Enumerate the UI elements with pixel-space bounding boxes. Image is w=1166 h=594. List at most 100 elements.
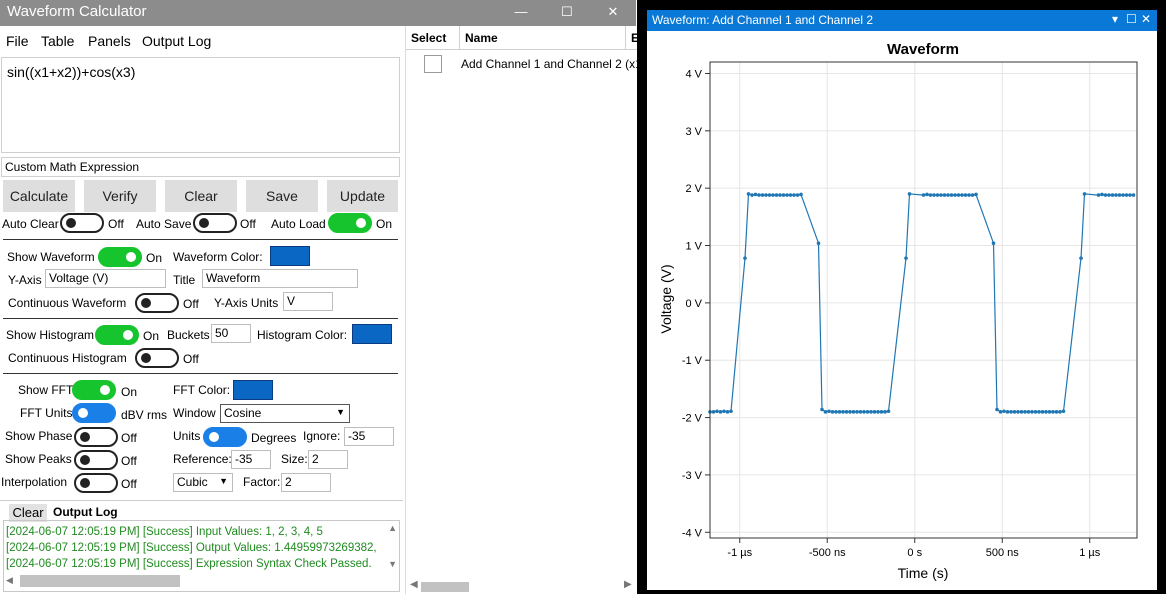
data-point (816, 241, 821, 246)
data-point (767, 193, 772, 197)
table-row-name[interactable]: Add Channel 1 and Channel 2 (x1 (461, 57, 642, 71)
size-field[interactable]: 2 (308, 450, 348, 469)
auto-clear-toggle[interactable] (60, 213, 104, 233)
expression-input[interactable]: sin((x1+x2))+cos(x3) (1, 57, 400, 153)
data-point (865, 410, 870, 414)
data-point (1019, 410, 1024, 414)
log-line: [2024-06-07 12:05:19 PM] [Success] Expre… (6, 558, 372, 570)
clear-button[interactable]: Clear (165, 180, 237, 212)
expression-name-field[interactable]: Custom Math Expression (1, 157, 400, 177)
data-point (1037, 410, 1041, 414)
data-point (834, 410, 838, 414)
scroll-right-icon[interactable]: ▶ (624, 579, 632, 590)
update-button[interactable]: Update (327, 180, 398, 212)
calculate-button[interactable]: Calculate (3, 180, 75, 212)
scroll-up-icon[interactable]: ▲ (388, 523, 397, 533)
y-tick-label: -4 V (682, 527, 703, 539)
menu-output-log[interactable]: Output Log (142, 33, 211, 49)
data-point (746, 192, 751, 196)
factor-field[interactable]: 2 (281, 473, 331, 492)
maximize-icon[interactable]: ☐ (544, 0, 590, 26)
reference-field[interactable]: -35 (231, 450, 271, 469)
yaxis-label: Y-Axis (8, 273, 42, 287)
data-point (750, 193, 754, 197)
window-select[interactable]: Cosine ▼ (220, 404, 350, 423)
data-point (928, 193, 933, 197)
show-peaks-toggle[interactable] (74, 450, 118, 470)
factor-label: Factor: (243, 475, 281, 489)
output-log-tab[interactable]: Output Log (53, 505, 118, 519)
waveform-chart[interactable]: Waveform Time (s) Voltage (V) 4 V 3 V 2 V 1… (647, 31, 1157, 590)
data-point (820, 407, 824, 412)
data-point (876, 410, 880, 414)
menu-table[interactable]: Table (41, 33, 74, 49)
show-waveform-toggle[interactable] (98, 247, 142, 267)
data-point (722, 409, 726, 414)
horizontal-scrollbar-thumb[interactable] (421, 582, 469, 592)
data-point (904, 256, 908, 260)
menu-file[interactable]: File (6, 33, 29, 49)
data-point (788, 193, 793, 197)
data-point (778, 193, 782, 197)
fft-units-toggle[interactable] (72, 403, 116, 423)
ignore-field[interactable]: -35 (344, 427, 394, 446)
data-point (1096, 193, 1101, 197)
save-button[interactable]: Save (246, 180, 318, 212)
show-fft-toggle[interactable] (72, 380, 116, 400)
row-select-checkbox[interactable] (424, 55, 442, 73)
fft-color-swatch[interactable] (233, 380, 273, 400)
waveform-color-swatch[interactable] (270, 246, 310, 266)
continuous-waveform-toggle[interactable] (135, 293, 179, 313)
maximize-icon[interactable]: ☐ (1126, 12, 1137, 26)
auto-save-toggle[interactable] (193, 213, 237, 233)
divider (0, 500, 403, 501)
show-phase-state: Off (121, 431, 137, 445)
histogram-color-swatch[interactable] (352, 324, 392, 344)
scroll-left-icon[interactable]: ◀ (6, 575, 13, 586)
y-tick-label: 1 V (685, 241, 702, 253)
divider (3, 239, 398, 240)
column-header-select[interactable]: Select (406, 26, 460, 50)
data-point (1058, 410, 1062, 414)
column-header-name[interactable]: Name (460, 26, 626, 50)
yaxis-field[interactable]: Voltage (V) (45, 269, 166, 288)
interpolation-select[interactable]: Cubic ▼ (173, 473, 233, 492)
auto-load-toggle[interactable] (328, 213, 372, 233)
chevron-down-icon: ▼ (219, 476, 228, 486)
verify-button[interactable]: Verify (84, 180, 156, 212)
interpolation-toggle[interactable] (74, 473, 118, 493)
data-point (1012, 410, 1017, 414)
show-peaks-label: Show Peaks (5, 452, 72, 466)
data-point (932, 193, 936, 197)
chevron-down-icon: ▼ (336, 407, 345, 417)
data-point (995, 407, 999, 412)
close-icon[interactable]: ✕ (590, 0, 636, 26)
close-icon[interactable]: ✕ (1141, 12, 1151, 26)
menu-panels[interactable]: Panels (88, 33, 131, 49)
reference-label: Reference: (173, 452, 232, 466)
yaxis-units-field[interactable]: V (283, 292, 333, 311)
phase-units-toggle[interactable] (203, 427, 247, 447)
horizontal-scrollbar-thumb[interactable] (20, 575, 180, 587)
scroll-down-icon[interactable]: ▼ (388, 559, 397, 569)
data-point (858, 410, 863, 414)
column-header-e[interactable]: E (626, 26, 639, 50)
minimize-icon[interactable]: — (498, 0, 544, 26)
show-phase-toggle[interactable] (74, 427, 118, 447)
title-field[interactable]: Waveform (202, 269, 358, 288)
output-log-box[interactable]: [2024-06-07 12:05:19 PM] [Success] Input… (3, 520, 400, 592)
data-point (935, 193, 940, 197)
scroll-left-icon[interactable]: ◀ (410, 579, 418, 590)
show-histogram-toggle[interactable] (95, 325, 139, 345)
waveform-title-bar[interactable]: Waveform: Add Channel 1 and Channel 2 ▾ … (647, 10, 1157, 31)
data-point (1124, 193, 1129, 197)
data-point (879, 410, 884, 414)
pin-dropdown-icon[interactable]: ▾ (1112, 12, 1118, 26)
data-point (1051, 410, 1055, 414)
continuous-histogram-toggle[interactable] (135, 348, 179, 368)
buckets-field[interactable]: 50 (211, 324, 251, 343)
data-point (1117, 193, 1122, 197)
data-point (1040, 410, 1045, 414)
window-label: Window (173, 406, 216, 420)
data-point (998, 410, 1003, 414)
